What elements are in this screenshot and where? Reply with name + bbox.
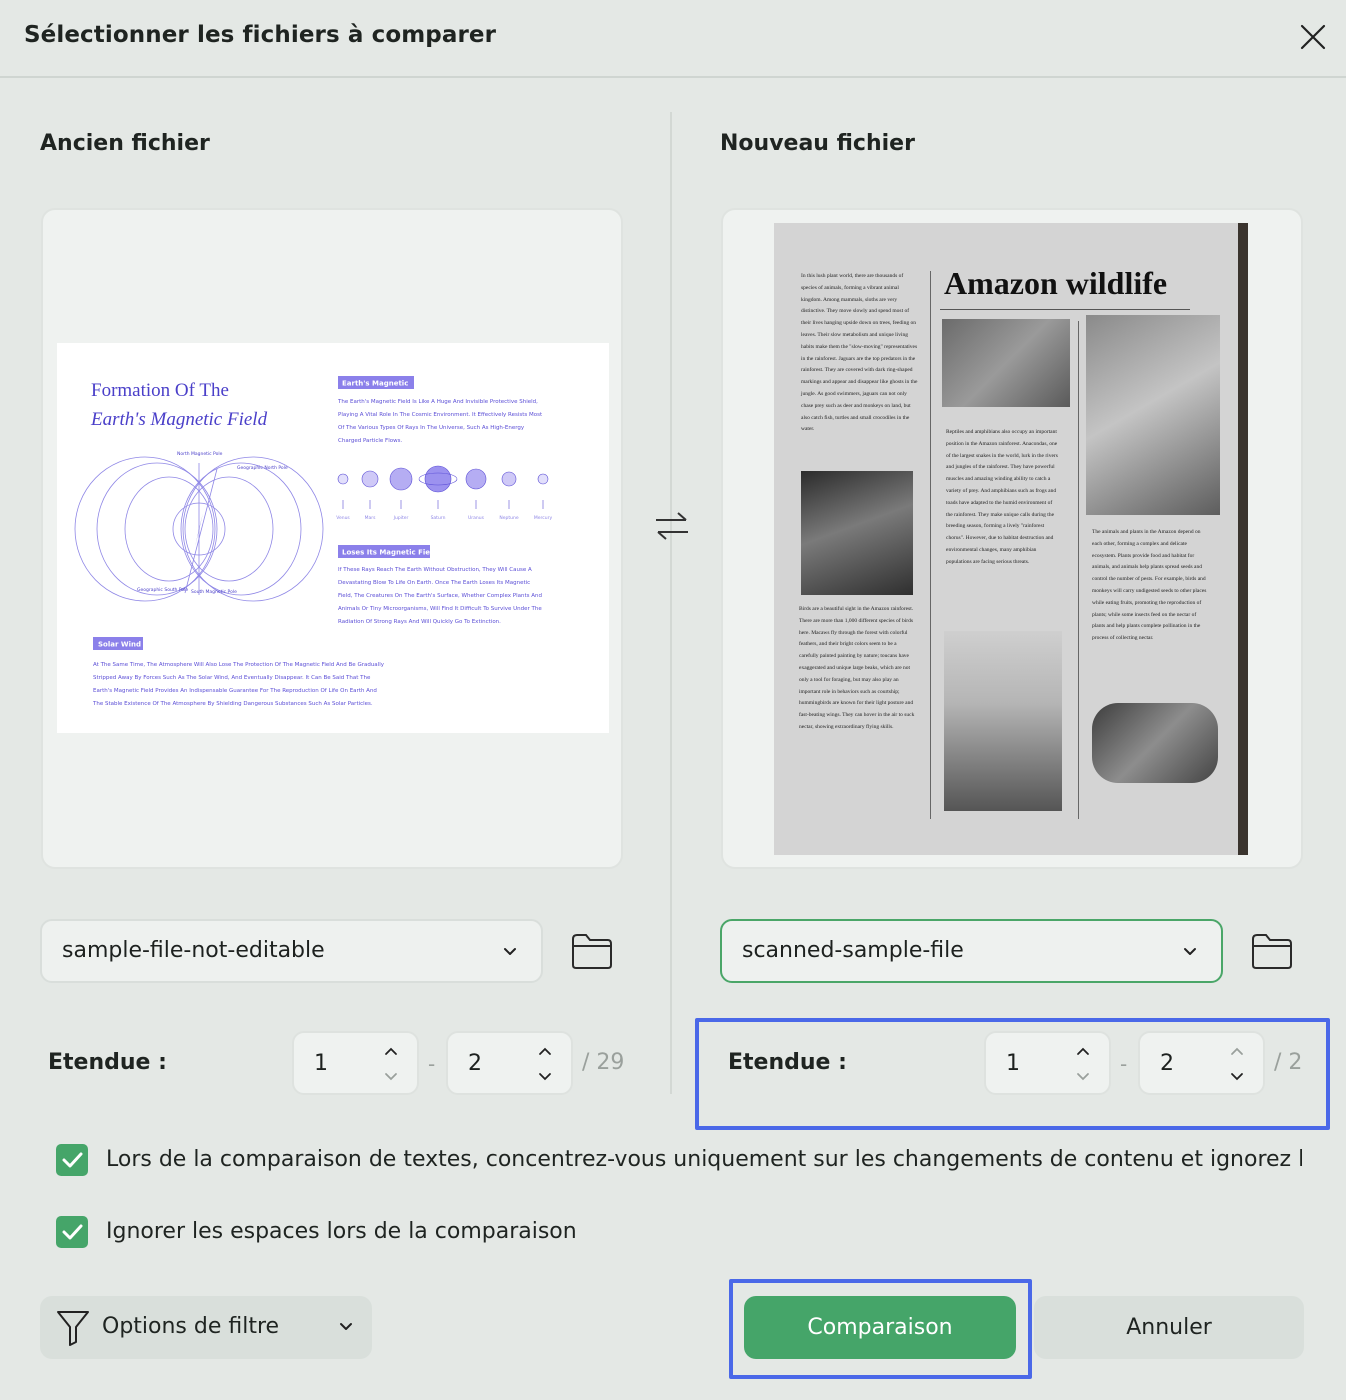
new-range-label: Etendue :	[728, 1050, 847, 1075]
dialog-title: Sélectionner les fichiers à comparer	[24, 22, 497, 48]
svg-text:Field, The Creatures On The Ea: Field, The Creatures On The Earth's Surf…	[338, 593, 542, 599]
stepper-arrows-icon[interactable]	[381, 1045, 401, 1083]
svg-text:Of The Various Types Of Rays I: Of The Various Types Of Rays In The Univ…	[338, 425, 525, 431]
article-col1-bottom: Birds are a beautiful sight in the Amazo…	[799, 606, 915, 730]
dialog-header: Sélectionner les fichiers à comparer	[0, 0, 1346, 78]
north-geo-label: Geographic North Pole	[237, 465, 288, 471]
owl-photo	[942, 319, 1070, 407]
svg-text:Mercury: Mercury	[534, 515, 553, 521]
tag-earths-magnetic: Earth's Magnetic	[342, 380, 408, 388]
planets-row	[337, 465, 549, 509]
swap-button[interactable]	[652, 508, 692, 544]
svg-text:Uranus: Uranus	[468, 515, 485, 521]
planet-labels: Venus Mars Jupiter Saturn Uranus Neptune…	[336, 515, 552, 521]
old-range-from-stepper[interactable]: 1	[292, 1031, 419, 1095]
close-icon	[1300, 24, 1326, 50]
magnetic-field-illustration	[74, 456, 324, 602]
chevron-down-icon	[504, 948, 516, 955]
cancel-button[interactable]: Annuler	[1034, 1296, 1304, 1359]
svg-text:Mars: Mars	[365, 515, 376, 521]
north-magnetic-label: North Magnetic Pole	[177, 451, 223, 457]
filter-options-label: Options de filtre	[102, 1314, 280, 1339]
svg-text:The Stable Existence Of The At: The Stable Existence Of The Atmosphere B…	[92, 701, 373, 707]
barn-owl-photo	[1092, 703, 1218, 783]
tag-solar-wind: Solar Wind	[98, 641, 141, 649]
stepper-arrows-icon[interactable]	[1227, 1045, 1247, 1083]
old-file-name: sample-file-not-editable	[62, 938, 325, 963]
old-file-thumbnail: Formation Of The Earth's Magnetic Field …	[57, 343, 609, 733]
tag-loses-magnetic: Loses Its Magnetic Field	[342, 549, 437, 557]
new-page-total: / 2	[1274, 1050, 1303, 1075]
svg-text:Neptune: Neptune	[499, 515, 518, 521]
frog-photo	[1086, 315, 1220, 515]
south-geo-label: Geographic South Pole	[137, 587, 188, 593]
new-file-thumbnail: Amazon wildlife In this lush plant world…	[774, 223, 1248, 855]
new-file-preview: Amazon wildlife In this lush plant world…	[721, 208, 1303, 869]
ignore-attributes-label: Lors de la comparaison de textes, concen…	[106, 1147, 1302, 1172]
svg-text:Radiation Of Strong Rays And W: Radiation Of Strong Rays And Will Quickl…	[338, 619, 501, 625]
ignore-attributes-checkbox[interactable]	[56, 1144, 88, 1176]
ignore-spaces-checkbox[interactable]	[56, 1216, 88, 1248]
close-button[interactable]	[1294, 18, 1332, 56]
checkmark-icon	[62, 1224, 83, 1240]
filter-options-button[interactable]: Options de filtre	[40, 1296, 372, 1359]
svg-text:The Earth's Magnetic Field Is: The Earth's Magnetic Field Is Like A Hug…	[337, 399, 538, 405]
new-range-from-stepper[interactable]: 1	[984, 1031, 1111, 1095]
old-range-to-value: 2	[468, 1051, 482, 1076]
thumb-title-line1: Formation Of The	[91, 380, 229, 401]
new-file-select[interactable]: scanned-sample-file	[720, 919, 1223, 983]
svg-text:Stripped Away By Forces Such A: Stripped Away By Forces Such As The Sola…	[93, 675, 371, 681]
folder-icon	[1252, 934, 1292, 969]
new-range-dash: -	[1120, 1052, 1128, 1076]
old-file-select[interactable]: sample-file-not-editable	[40, 919, 543, 983]
svg-text:At The Same Time, The Atmosphe: At The Same Time, The Atmosphere Will Al…	[93, 662, 385, 668]
article-col3: The animals and plants in the Amazon dep…	[1092, 529, 1207, 642]
old-range-to-stepper[interactable]: 2	[446, 1031, 573, 1095]
new-file-name: scanned-sample-file	[742, 938, 964, 963]
tag3-text: At The Same Time, The Atmosphere Will Al…	[92, 662, 385, 707]
giraffe-photo	[944, 631, 1062, 811]
article-col2: Reptiles and amphibians also occupy an i…	[946, 429, 1058, 565]
old-file-browse-button[interactable]	[571, 931, 613, 971]
compare-button[interactable]: Comparaison	[744, 1296, 1016, 1359]
svg-text:Earth's Magnetic Field Provide: Earth's Magnetic Field Provides An Indis…	[93, 688, 377, 694]
chevron-down-icon	[340, 1323, 352, 1330]
old-range-dash: -	[428, 1052, 436, 1076]
svg-text:Playing A Vital Role In The Co: Playing A Vital Role In The Cosmic Envir…	[338, 412, 543, 418]
tag2-text: If These Rays Reach The Earth Without Ob…	[338, 567, 542, 625]
headline: Amazon wildlife	[944, 265, 1168, 301]
old-page-total: / 29	[582, 1050, 625, 1075]
new-range-to-stepper[interactable]: 2	[1138, 1031, 1265, 1095]
svg-text:Charged Particle Flows.: Charged Particle Flows.	[338, 438, 402, 444]
svg-text:Devastating Blow To Life On Ea: Devastating Blow To Life On Earth. Once …	[338, 580, 530, 586]
stepper-arrows-icon[interactable]	[1073, 1045, 1093, 1083]
new-file-title: Nouveau fichier	[720, 131, 915, 156]
old-range-label: Etendue :	[48, 1050, 167, 1075]
old-file-preview: Formation Of The Earth's Magnetic Field …	[41, 208, 623, 869]
old-range-from-value: 1	[314, 1051, 328, 1076]
checkmark-icon	[62, 1152, 83, 1168]
thumb-title-line2: Earth's Magnetic Field	[90, 409, 268, 430]
svg-text:Venus: Venus	[336, 515, 350, 521]
flamingo-photo	[801, 471, 913, 595]
svg-text:Animals Or Tiny Microorganisms: Animals Or Tiny Microorganisms, Will Fin…	[338, 606, 542, 612]
article-col1-top: In this lush plant world, there are thou…	[801, 273, 918, 433]
svg-text:Saturn: Saturn	[431, 515, 446, 521]
ignore-spaces-label: Ignorer les espaces lors de la comparais…	[106, 1219, 577, 1244]
svg-text:Jupiter: Jupiter	[393, 515, 409, 521]
svg-text:If These Rays Reach The Earth: If These Rays Reach The Earth Without Ob…	[338, 567, 532, 573]
chevron-down-icon	[1184, 948, 1196, 955]
south-magnetic-label: South Magnetic Pole	[191, 589, 237, 595]
column-divider	[670, 112, 672, 1094]
folder-icon	[572, 934, 612, 969]
filter-funnel-icon	[57, 1311, 89, 1346]
old-file-title: Ancien fichier	[40, 131, 210, 156]
new-range-to-value: 2	[1160, 1051, 1174, 1076]
swap-arrows-icon	[656, 512, 688, 540]
new-file-browse-button[interactable]	[1251, 931, 1293, 971]
new-range-from-value: 1	[1006, 1051, 1020, 1076]
stepper-arrows-icon[interactable]	[535, 1045, 555, 1083]
tag1-text: The Earth's Magnetic Field Is Like A Hug…	[337, 399, 543, 444]
